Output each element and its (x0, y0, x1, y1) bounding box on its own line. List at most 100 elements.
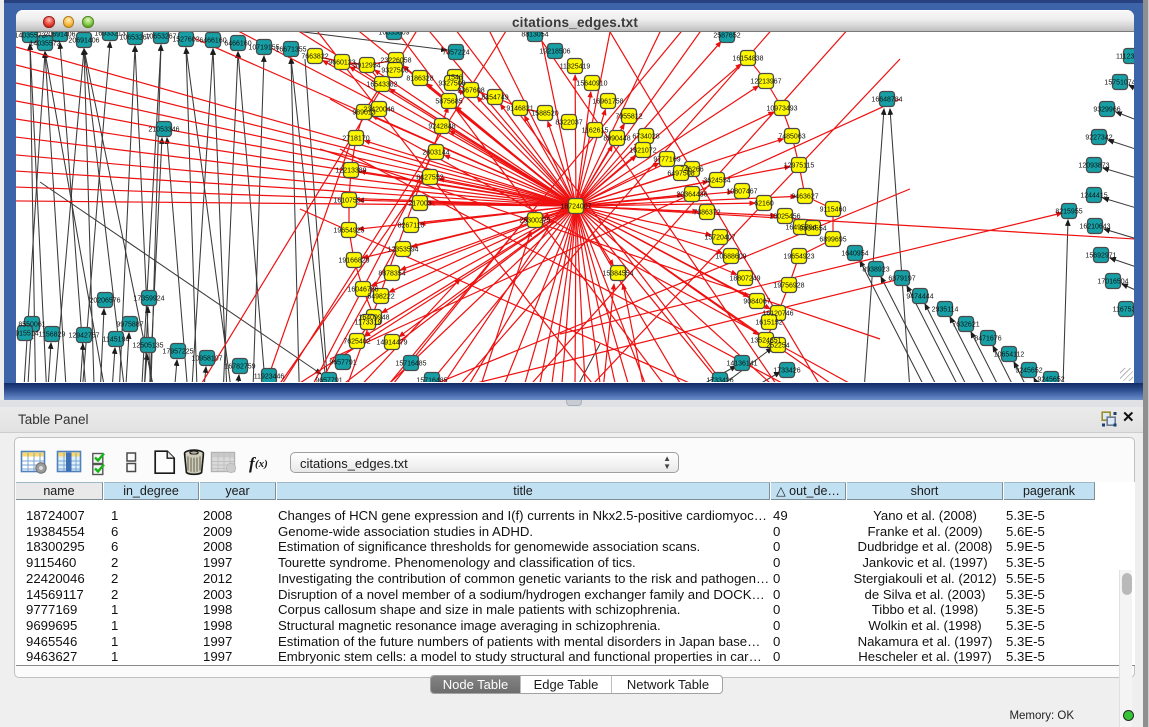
svg-text:20691406: 20691406 (68, 37, 99, 44)
svg-text:9146821: 9146821 (506, 105, 533, 112)
svg-text:1156829: 1156829 (39, 331, 66, 338)
svg-text:12942757: 12942757 (68, 332, 99, 339)
svg-text:10973493: 10973493 (766, 105, 797, 112)
svg-text:5875685: 5875685 (435, 98, 462, 105)
svg-text:17359924: 17359924 (133, 295, 164, 302)
svg-text:8813054: 8813054 (521, 32, 548, 38)
svg-text:14035572: 14035572 (29, 40, 60, 47)
svg-text:12093873: 12093873 (1078, 162, 1109, 169)
svg-text:9657791: 9657791 (329, 359, 356, 366)
svg-text:6466160: 6466160 (199, 37, 226, 44)
svg-text:15751074: 15751074 (1104, 79, 1134, 86)
svg-text:17016504: 17016504 (1097, 278, 1128, 285)
svg-text:16154838: 16154838 (732, 55, 763, 62)
svg-text:23226058: 23226058 (380, 57, 411, 64)
svg-text:20364436: 20364436 (676, 191, 707, 198)
svg-text:14914479: 14914479 (376, 339, 407, 346)
svg-text:8186328: 8186328 (406, 75, 433, 82)
svg-text:12213967: 12213967 (750, 78, 781, 85)
svg-text:14035572: 14035572 (16, 32, 46, 39)
svg-text:3912954: 3912954 (353, 62, 380, 69)
svg-text:7386372: 7386372 (693, 209, 720, 216)
svg-text:14136141: 14136141 (726, 360, 757, 367)
svg-text:1733426: 1733426 (773, 367, 800, 374)
svg-text:2718170: 2718170 (342, 135, 369, 142)
svg-text:9329966: 9329966 (1093, 106, 1120, 113)
svg-text:16033809: 16033809 (378, 32, 409, 36)
svg-text:8215955: 8215955 (1055, 208, 1082, 215)
svg-text:10958107: 10958107 (191, 355, 222, 362)
svg-text:7485063: 7485063 (778, 133, 805, 140)
svg-text:12505135: 12505135 (132, 342, 163, 349)
svg-text:8267110: 8267110 (398, 222, 425, 229)
svg-text:8427552: 8427552 (416, 174, 443, 181)
svg-text:6734028: 6734028 (632, 133, 659, 140)
svg-text:9660123: 9660123 (328, 59, 355, 66)
svg-text:12213389: 12213389 (335, 167, 366, 174)
svg-text:8878354: 8878354 (378, 270, 405, 277)
svg-text:9084067: 9084067 (743, 298, 770, 305)
svg-text:16210643: 16210643 (1079, 223, 1110, 230)
svg-text:1640954: 1640954 (841, 250, 868, 257)
svg-text:9474444: 9474444 (906, 293, 933, 300)
svg-text:10807467: 10807467 (726, 188, 757, 195)
svg-text:9327503: 9327503 (381, 67, 408, 74)
svg-text:15716485: 15716485 (416, 377, 447, 382)
svg-text:9463627: 9463627 (791, 193, 818, 200)
svg-text:(x): (x) (255, 458, 268, 470)
svg-text:16107554: 16107554 (333, 197, 364, 204)
svg-text:1588520: 1588520 (531, 110, 558, 117)
svg-text:10025456: 10025456 (769, 213, 800, 220)
svg-text:19756928: 19756928 (773, 282, 804, 289)
svg-text:1162615: 1162615 (582, 127, 609, 134)
svg-text:2367608: 2367608 (457, 87, 484, 94)
svg-text:19654925: 19654925 (333, 227, 364, 234)
svg-text:25300275: 25300275 (519, 217, 550, 224)
svg-text:8471676: 8471676 (974, 335, 1001, 342)
svg-text:9242848: 9242848 (428, 123, 455, 130)
svg-text:10654112: 10654112 (994, 351, 1025, 358)
svg-text:12975115: 12975115 (784, 162, 815, 169)
svg-text:17957225: 17957225 (162, 348, 193, 355)
svg-text:9384554: 9384554 (799, 225, 826, 232)
svg-text:11923446: 11923446 (254, 373, 285, 380)
svg-text:18807249: 18807249 (729, 275, 760, 282)
svg-text:9777169: 9777169 (653, 156, 680, 163)
svg-text:7663822: 7663822 (301, 53, 328, 60)
svg-text:16648784: 16648784 (871, 96, 902, 103)
svg-text:7357224: 7357224 (442, 49, 469, 56)
svg-text:16671355: 16671355 (275, 46, 306, 53)
svg-text:1733426: 1733426 (706, 377, 733, 382)
svg-text:1615152: 1615152 (755, 319, 782, 326)
svg-text:9245652: 9245652 (1015, 367, 1042, 374)
svg-text:1527602: 1527602 (172, 36, 199, 43)
svg-text:3915514: 3915514 (16, 330, 39, 337)
svg-text:11325419: 11325419 (560, 63, 591, 70)
svg-text:5498222: 5498222 (367, 293, 394, 300)
svg-text:9657791: 9657791 (315, 377, 342, 382)
svg-text:8322037: 8322037 (555, 119, 582, 126)
svg-text:1167533: 1167533 (1113, 306, 1134, 313)
svg-text:8990448: 8990448 (603, 135, 630, 142)
svg-text:12353594: 12353594 (387, 246, 418, 253)
svg-text:6879197: 6879197 (888, 275, 915, 282)
svg-text:16782759: 16782759 (224, 363, 255, 370)
svg-text:1244415: 1244415 (1080, 192, 1107, 199)
svg-text:8938923: 8938923 (862, 266, 889, 273)
svg-text:21053346: 21053346 (148, 126, 179, 133)
svg-text:19218506: 19218506 (539, 48, 570, 55)
svg-text:1145194: 1145194 (103, 336, 130, 343)
svg-text:1173319: 1173319 (355, 319, 382, 326)
svg-text:7625402: 7625402 (343, 338, 370, 345)
svg-text:7955812: 7955812 (615, 113, 642, 120)
svg-text:252254: 252254 (766, 342, 789, 349)
svg-text:20206576: 20206576 (89, 297, 120, 304)
svg-text:15720407: 15720407 (704, 234, 735, 241)
svg-text:18724007: 18724007 (560, 203, 591, 210)
svg-text:16961758: 16961758 (592, 98, 623, 105)
svg-text:6899695: 6899695 (819, 236, 846, 243)
svg-text:19654923: 19654923 (783, 253, 814, 260)
svg-text:9975887: 9975887 (116, 321, 143, 328)
svg-text:9227342: 9227342 (1085, 134, 1112, 141)
svg-text:1621072: 1621072 (629, 147, 656, 154)
